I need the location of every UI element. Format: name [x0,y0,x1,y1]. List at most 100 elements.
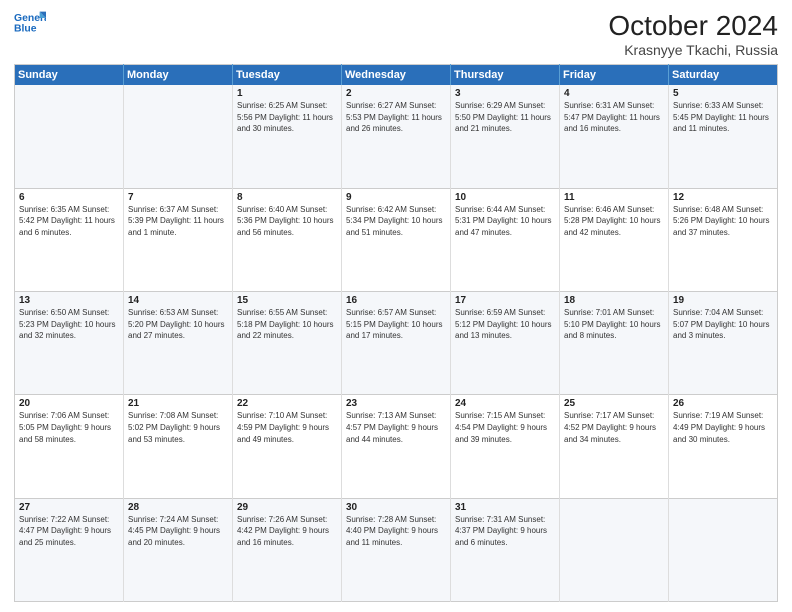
calendar-cell: 29Sunrise: 7:26 AM Sunset: 4:42 PM Dayli… [233,498,342,601]
day-number: 22 [237,398,337,409]
day-number: 26 [673,398,773,409]
day-info: Sunrise: 6:35 AM Sunset: 5:42 PM Dayligh… [19,204,119,239]
header: General Blue October 2024 Krasnyye Tkach… [14,10,778,58]
day-info: Sunrise: 7:22 AM Sunset: 4:47 PM Dayligh… [19,514,119,549]
day-info: Sunrise: 6:33 AM Sunset: 5:45 PM Dayligh… [673,100,773,135]
day-info: Sunrise: 6:59 AM Sunset: 5:12 PM Dayligh… [455,307,555,342]
day-number: 29 [237,502,337,513]
calendar-cell: 3Sunrise: 6:29 AM Sunset: 5:50 PM Daylig… [451,85,560,188]
calendar-cell: 28Sunrise: 7:24 AM Sunset: 4:45 PM Dayli… [124,498,233,601]
calendar-table: Sunday Monday Tuesday Wednesday Thursday… [14,64,778,602]
day-number: 23 [346,398,446,409]
calendar-cell: 26Sunrise: 7:19 AM Sunset: 4:49 PM Dayli… [669,395,778,498]
day-number: 15 [237,295,337,306]
calendar-cell [560,498,669,601]
day-number: 3 [455,88,555,99]
day-info: Sunrise: 7:31 AM Sunset: 4:37 PM Dayligh… [455,514,555,549]
day-info: Sunrise: 6:53 AM Sunset: 5:20 PM Dayligh… [128,307,228,342]
calendar-cell: 21Sunrise: 7:08 AM Sunset: 5:02 PM Dayli… [124,395,233,498]
calendar-cell: 17Sunrise: 6:59 AM Sunset: 5:12 PM Dayli… [451,292,560,395]
day-number: 12 [673,192,773,203]
calendar-cell: 12Sunrise: 6:48 AM Sunset: 5:26 PM Dayli… [669,188,778,291]
day-number: 20 [19,398,119,409]
day-number: 24 [455,398,555,409]
day-info: Sunrise: 7:04 AM Sunset: 5:07 PM Dayligh… [673,307,773,342]
day-number: 5 [673,88,773,99]
title-block: October 2024 Krasnyye Tkachi, Russia [608,10,778,58]
calendar-cell: 30Sunrise: 7:28 AM Sunset: 4:40 PM Dayli… [342,498,451,601]
calendar-cell: 6Sunrise: 6:35 AM Sunset: 5:42 PM Daylig… [15,188,124,291]
day-info: Sunrise: 6:37 AM Sunset: 5:39 PM Dayligh… [128,204,228,239]
calendar-cell: 20Sunrise: 7:06 AM Sunset: 5:05 PM Dayli… [15,395,124,498]
day-number: 4 [564,88,664,99]
calendar-cell [669,498,778,601]
day-number: 2 [346,88,446,99]
day-number: 18 [564,295,664,306]
calendar-cell: 27Sunrise: 7:22 AM Sunset: 4:47 PM Dayli… [15,498,124,601]
day-number: 1 [237,88,337,99]
day-number: 25 [564,398,664,409]
day-info: Sunrise: 6:25 AM Sunset: 5:56 PM Dayligh… [237,100,337,135]
day-number: 17 [455,295,555,306]
day-number: 11 [564,192,664,203]
day-number: 6 [19,192,119,203]
col-wednesday: Wednesday [342,65,451,86]
day-number: 7 [128,192,228,203]
logo-icon: General Blue [14,10,46,38]
day-info: Sunrise: 7:10 AM Sunset: 4:59 PM Dayligh… [237,410,337,445]
day-number: 13 [19,295,119,306]
subtitle: Krasnyye Tkachi, Russia [608,42,778,58]
calendar-cell: 14Sunrise: 6:53 AM Sunset: 5:20 PM Dayli… [124,292,233,395]
day-number: 14 [128,295,228,306]
calendar-cell: 5Sunrise: 6:33 AM Sunset: 5:45 PM Daylig… [669,85,778,188]
day-info: Sunrise: 7:08 AM Sunset: 5:02 PM Dayligh… [128,410,228,445]
day-info: Sunrise: 7:01 AM Sunset: 5:10 PM Dayligh… [564,307,664,342]
calendar-cell: 11Sunrise: 6:46 AM Sunset: 5:28 PM Dayli… [560,188,669,291]
calendar-cell: 31Sunrise: 7:31 AM Sunset: 4:37 PM Dayli… [451,498,560,601]
calendar-week-1: 1Sunrise: 6:25 AM Sunset: 5:56 PM Daylig… [15,85,778,188]
day-info: Sunrise: 7:13 AM Sunset: 4:57 PM Dayligh… [346,410,446,445]
day-number: 27 [19,502,119,513]
col-friday: Friday [560,65,669,86]
calendar-cell: 22Sunrise: 7:10 AM Sunset: 4:59 PM Dayli… [233,395,342,498]
day-number: 16 [346,295,446,306]
calendar-cell: 1Sunrise: 6:25 AM Sunset: 5:56 PM Daylig… [233,85,342,188]
col-sunday: Sunday [15,65,124,86]
day-info: Sunrise: 7:19 AM Sunset: 4:49 PM Dayligh… [673,410,773,445]
col-thursday: Thursday [451,65,560,86]
day-number: 21 [128,398,228,409]
calendar-cell: 23Sunrise: 7:13 AM Sunset: 4:57 PM Dayli… [342,395,451,498]
day-info: Sunrise: 6:50 AM Sunset: 5:23 PM Dayligh… [19,307,119,342]
day-info: Sunrise: 7:24 AM Sunset: 4:45 PM Dayligh… [128,514,228,549]
day-info: Sunrise: 7:17 AM Sunset: 4:52 PM Dayligh… [564,410,664,445]
day-info: Sunrise: 7:26 AM Sunset: 4:42 PM Dayligh… [237,514,337,549]
calendar-cell: 19Sunrise: 7:04 AM Sunset: 5:07 PM Dayli… [669,292,778,395]
calendar-cell: 4Sunrise: 6:31 AM Sunset: 5:47 PM Daylig… [560,85,669,188]
calendar-cell: 24Sunrise: 7:15 AM Sunset: 4:54 PM Dayli… [451,395,560,498]
day-number: 8 [237,192,337,203]
calendar-cell [124,85,233,188]
day-info: Sunrise: 6:46 AM Sunset: 5:28 PM Dayligh… [564,204,664,239]
calendar-cell: 16Sunrise: 6:57 AM Sunset: 5:15 PM Dayli… [342,292,451,395]
day-info: Sunrise: 6:42 AM Sunset: 5:34 PM Dayligh… [346,204,446,239]
day-info: Sunrise: 6:55 AM Sunset: 5:18 PM Dayligh… [237,307,337,342]
main-title: October 2024 [608,10,778,42]
calendar-cell: 18Sunrise: 7:01 AM Sunset: 5:10 PM Dayli… [560,292,669,395]
day-number: 31 [455,502,555,513]
calendar-cell: 7Sunrise: 6:37 AM Sunset: 5:39 PM Daylig… [124,188,233,291]
calendar-cell [15,85,124,188]
day-info: Sunrise: 6:44 AM Sunset: 5:31 PM Dayligh… [455,204,555,239]
calendar-week-4: 20Sunrise: 7:06 AM Sunset: 5:05 PM Dayli… [15,395,778,498]
calendar-cell: 15Sunrise: 6:55 AM Sunset: 5:18 PM Dayli… [233,292,342,395]
calendar-week-5: 27Sunrise: 7:22 AM Sunset: 4:47 PM Dayli… [15,498,778,601]
calendar-cell: 2Sunrise: 6:27 AM Sunset: 5:53 PM Daylig… [342,85,451,188]
calendar-header: Sunday Monday Tuesday Wednesday Thursday… [15,65,778,86]
day-number: 19 [673,295,773,306]
day-info: Sunrise: 6:27 AM Sunset: 5:53 PM Dayligh… [346,100,446,135]
day-number: 9 [346,192,446,203]
calendar-body: 1Sunrise: 6:25 AM Sunset: 5:56 PM Daylig… [15,85,778,602]
col-saturday: Saturday [669,65,778,86]
page: General Blue October 2024 Krasnyye Tkach… [0,0,792,612]
calendar-cell: 25Sunrise: 7:17 AM Sunset: 4:52 PM Dayli… [560,395,669,498]
day-info: Sunrise: 6:57 AM Sunset: 5:15 PM Dayligh… [346,307,446,342]
